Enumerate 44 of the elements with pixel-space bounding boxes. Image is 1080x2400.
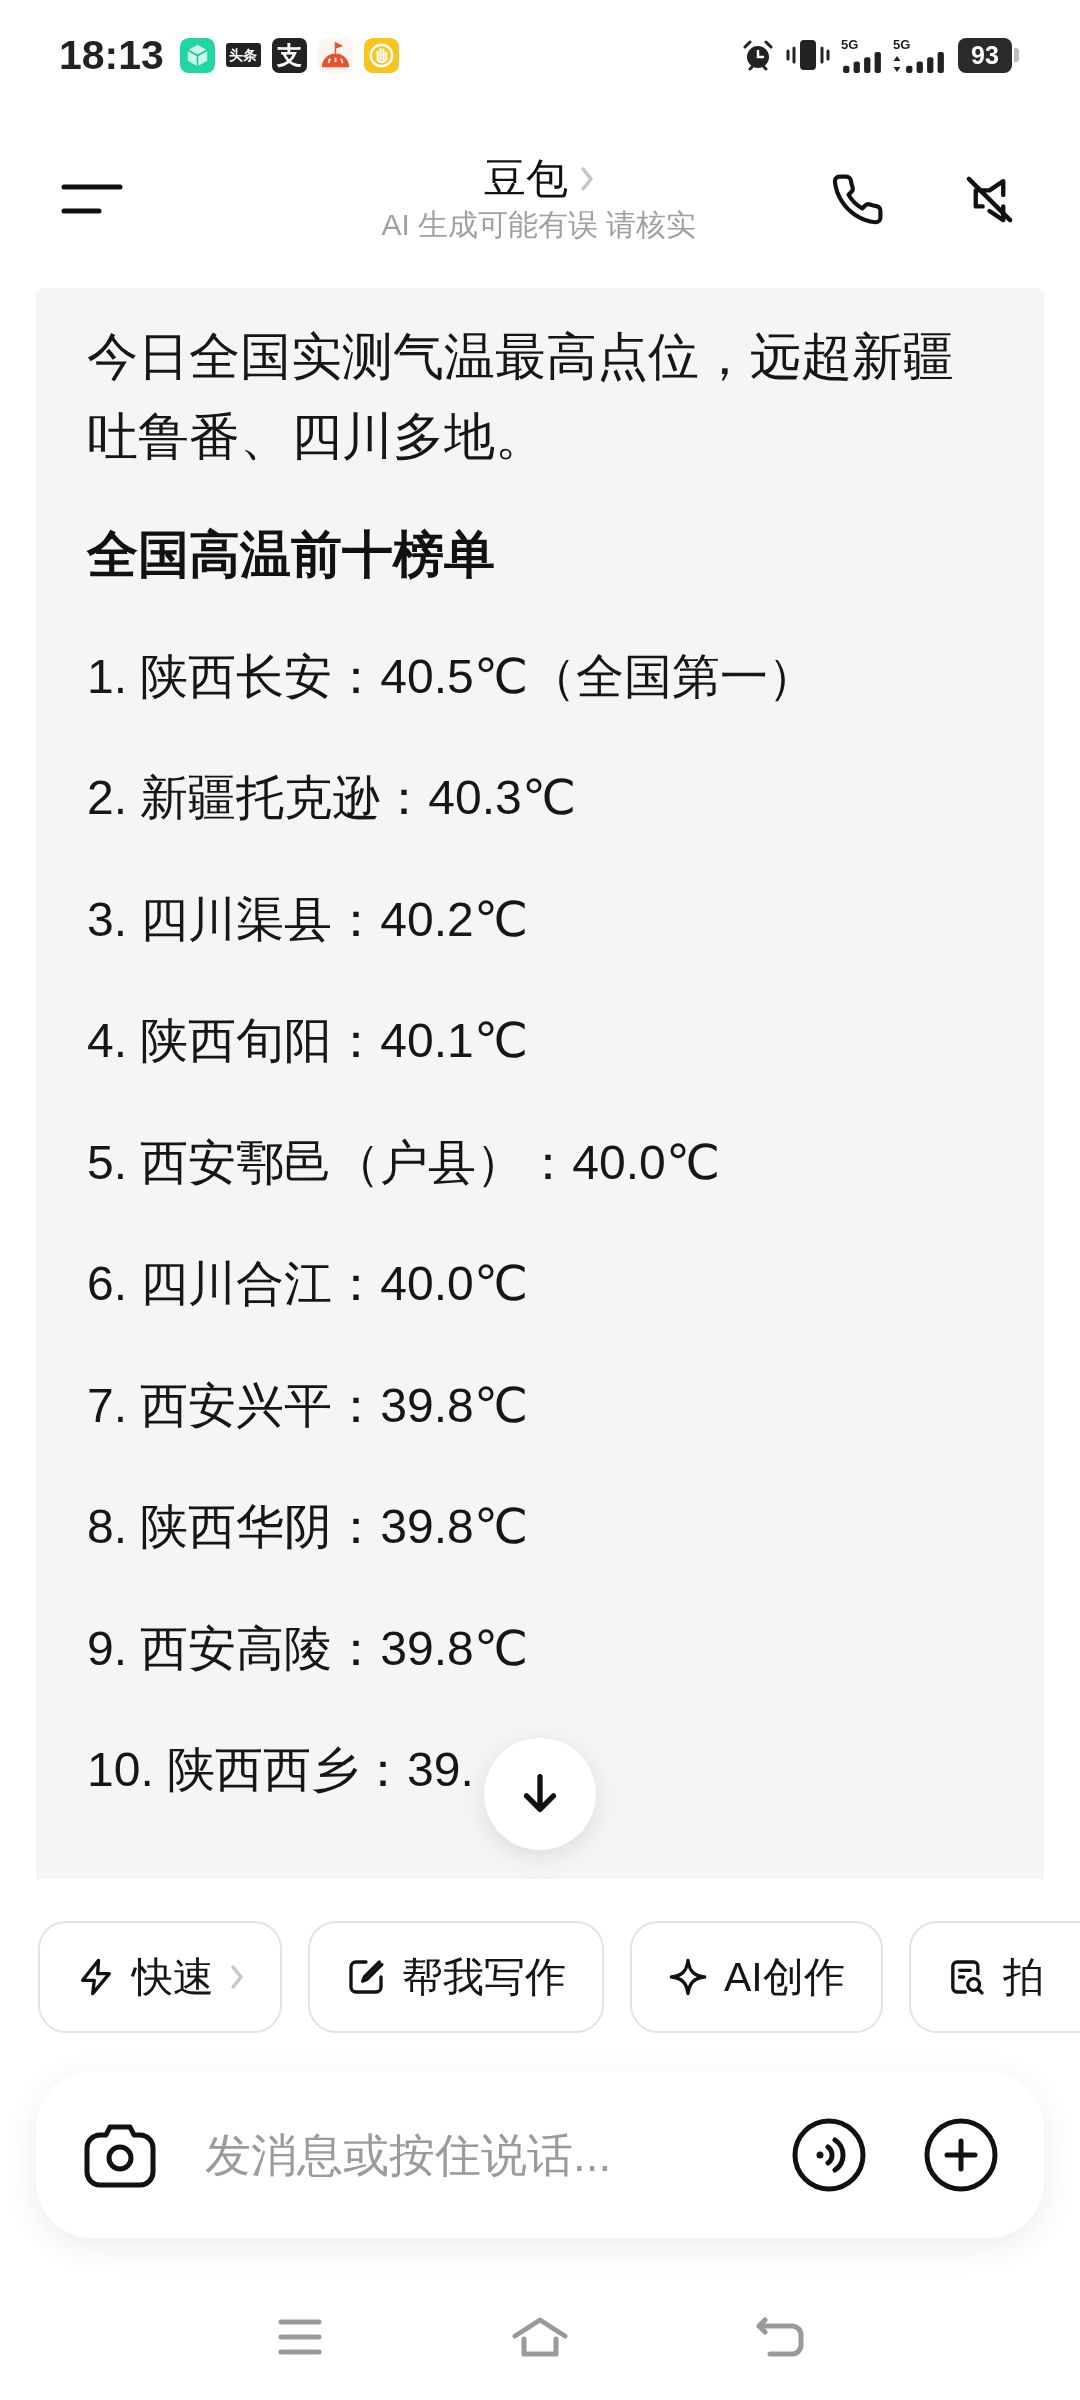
status-time: 18:13 — [59, 31, 164, 79]
network-type-label: 5G — [841, 37, 860, 51]
back-icon[interactable] — [754, 2317, 806, 2357]
add-button[interactable] — [924, 2117, 998, 2192]
message-field[interactable]: 发消息或按住说话... — [205, 2119, 752, 2190]
signal-bars-icon — [904, 51, 946, 73]
battery-indicator: 93 — [958, 37, 1019, 73]
voice-button[interactable] — [792, 2117, 866, 2192]
vibrate-icon — [785, 38, 831, 72]
plus-icon — [924, 2117, 998, 2192]
chat-title[interactable]: 豆包 — [484, 154, 568, 204]
dome-app-icon — [317, 37, 353, 73]
ranking-item: 10. 陕西西乡：39. — [87, 1742, 474, 1798]
ranking-item: 3. 四川渠县：40.2℃ — [87, 891, 528, 948]
menu-button[interactable] — [61, 184, 123, 214]
ranking-item: 9. 西安高陵：39.8℃ — [87, 1620, 528, 1677]
menu-icon[interactable] — [277, 2318, 323, 2356]
pencil-square-icon — [346, 1957, 386, 1997]
sparkle-icon — [668, 1957, 708, 1997]
shortcut-chip[interactable]: 帮我写作 — [308, 1921, 604, 2033]
chevron-icon — [580, 165, 594, 193]
shortcut-chip[interactable]: 快速 — [38, 1921, 282, 2033]
ranking-item: 4. 陕西旬阳：40.1℃ — [87, 1013, 528, 1069]
ranking-item: 1. 陕西长安：40.5℃（全国第一） — [87, 648, 816, 705]
ranking-item: 6. 四川合江：40.0℃ — [87, 1256, 528, 1312]
menu-icon — [61, 184, 123, 214]
ranking-item: 7. 西安兴平：39.8℃ — [87, 1377, 528, 1434]
message-paragraph: 今日全国实测气温最高点位，远超新疆吐鲁番、四川多地。 — [87, 327, 955, 467]
cube-app-icon — [179, 37, 215, 73]
shortcut-chip[interactable]: AI创作 — [630, 1921, 883, 2033]
alarm-clock-icon — [741, 38, 775, 72]
signal-bars-icon — [841, 51, 883, 73]
ranking-item: 8. 陕西华阴：39.8℃ — [87, 1499, 528, 1555]
home-icon[interactable] — [511, 2317, 569, 2357]
shortcut-chip[interactable]: 拍 — [908, 1921, 1080, 2033]
app-logo: 头条 — [225, 43, 261, 67]
ranking-item: 2. 新疆托克逊：40.3℃ — [87, 770, 576, 826]
ranking-item: 5. 西安鄠邑（户县）：40.0℃ — [87, 1134, 720, 1191]
network-type-label: 5G — [893, 37, 912, 51]
disclaimer-text: AI 生成可能有误 请核实 — [381, 207, 697, 243]
voice-wave-icon — [792, 2117, 866, 2192]
hand-app-icon — [363, 37, 399, 73]
section-heading: 全国高温前十榜单 — [87, 525, 496, 585]
app-logo: 支 — [271, 37, 307, 73]
